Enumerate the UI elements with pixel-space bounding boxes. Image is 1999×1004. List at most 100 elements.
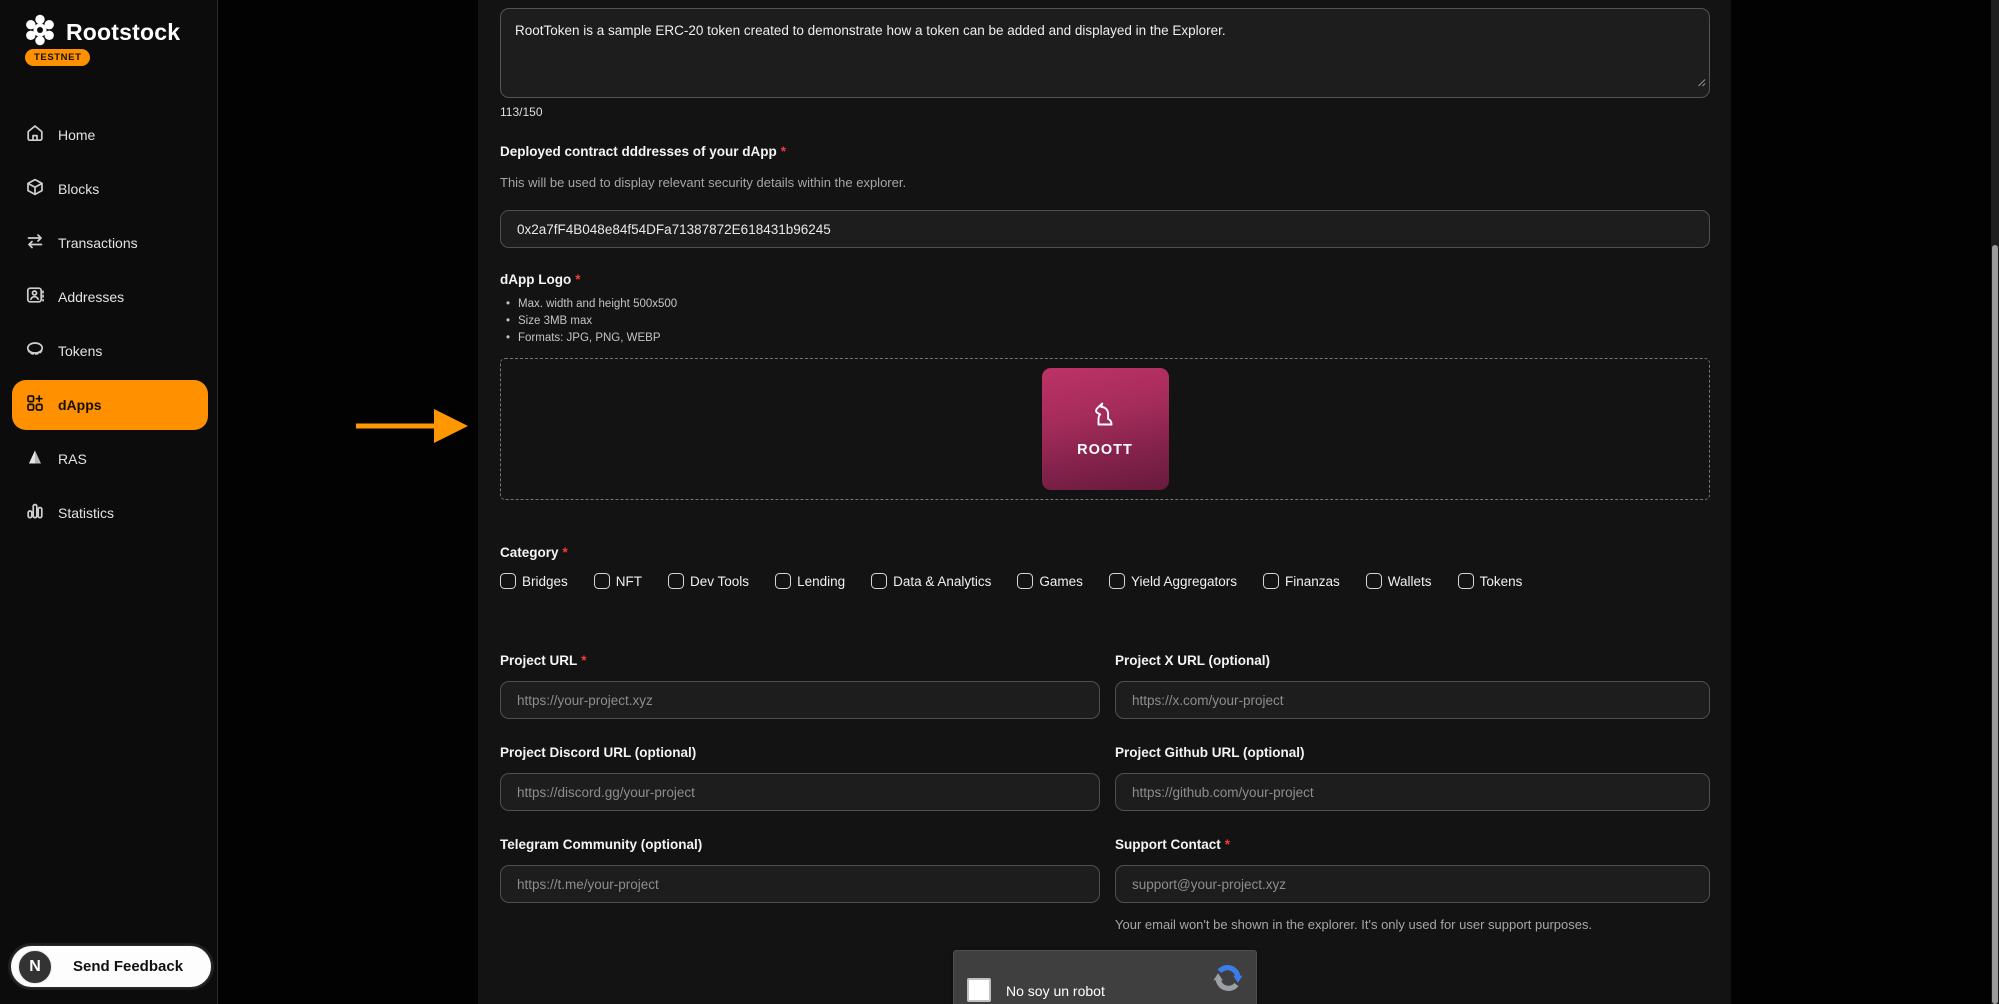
brand[interactable]: Rootstock (22, 12, 180, 53)
recaptcha-logo-icon (1212, 962, 1244, 999)
field-telegram-community: Telegram Community (optional) (500, 837, 1100, 932)
field-project-url: Project URL* (500, 653, 1100, 719)
logo-rule: Size 3MB max (506, 313, 1710, 330)
logo-rule: Max. width and height 500x500 (506, 296, 1710, 313)
sidebar-item-tokens[interactable]: Tokens (12, 326, 208, 376)
sidebar-item-label: Transactions (58, 235, 138, 251)
required-marker: * (563, 545, 568, 560)
contract-addresses-label: Deployed contract dddresses of your dApp… (500, 144, 1710, 159)
project-github-url-label: Project Github URL (optional) (1115, 745, 1710, 760)
field-support-contact: Support Contact* Your email won't be sho… (1115, 837, 1710, 932)
swap-arrows-icon (25, 231, 45, 256)
dapps-grid-plus-icon (25, 393, 45, 418)
telegram-community-input[interactable] (500, 865, 1100, 903)
sidebar-item-transactions[interactable]: Transactions (12, 218, 208, 268)
contract-addresses-helper: This will be used to display relevant se… (500, 175, 1710, 190)
sidebar-item-label: Blocks (58, 181, 99, 197)
checkbox[interactable] (1458, 573, 1474, 589)
logo-rules-list: Max. width and height 500x500 Size 3MB m… (506, 296, 1710, 347)
sidebar-item-addresses[interactable]: Addresses (12, 272, 208, 322)
project-discord-url-label: Project Discord URL (optional) (500, 745, 1100, 760)
sidebar-item-label: Home (58, 127, 95, 143)
checkbox[interactable] (668, 573, 684, 589)
testnet-badge: TESTNET (25, 49, 90, 66)
category-option-tokens[interactable]: Tokens (1458, 573, 1523, 589)
sidebar-item-statistics[interactable]: Statistics (12, 488, 208, 538)
sidebar-item-home[interactable]: Home (12, 110, 208, 160)
required-marker: * (581, 653, 586, 668)
logo-preview-tile: ROOTT (1042, 368, 1169, 490)
category-option-data-analytics[interactable]: Data & Analytics (871, 573, 991, 589)
send-feedback-label: Send Feedback (73, 958, 183, 975)
recaptcha-label: No soy un robot (1006, 983, 1105, 999)
project-x-url-input[interactable] (1115, 681, 1710, 719)
required-marker: * (1225, 837, 1230, 852)
sidebar-item-dapps[interactable]: dApps (12, 380, 208, 430)
category-option-games[interactable]: Games (1017, 573, 1083, 589)
scrollbar-thumb[interactable] (1992, 245, 1998, 1004)
checkbox[interactable] (1109, 573, 1125, 589)
category-option-dev-tools[interactable]: Dev Tools (668, 573, 749, 589)
sidebar-item-label: Tokens (58, 343, 102, 359)
required-marker: * (781, 144, 786, 159)
dapp-logo-label: dApp Logo* (500, 272, 1710, 287)
category-option-yield-aggregators[interactable]: Yield Aggregators (1109, 573, 1237, 589)
coin-icon (25, 339, 45, 364)
bar-chart-icon (25, 501, 45, 526)
recaptcha-widget: No soy un robot (953, 950, 1257, 1004)
category-checkbox-row: Bridges NFT Dev Tools Lending Data & Ana… (500, 573, 1710, 589)
category-option-finanzas[interactable]: Finanzas (1263, 573, 1340, 589)
sidebar-item-blocks[interactable]: Blocks (12, 164, 208, 214)
sidebar-nav: Home Blocks Transactions Addresses (0, 110, 218, 538)
project-x-url-label: Project X URL (optional) (1115, 653, 1710, 668)
checkbox[interactable] (1017, 573, 1033, 589)
category-option-lending[interactable]: Lending (775, 573, 845, 589)
category-option-bridges[interactable]: Bridges (500, 573, 568, 589)
scrollbar-track[interactable] (1991, 0, 1999, 1004)
project-discord-url-input[interactable] (500, 773, 1100, 811)
char-counter: 113/150 (500, 105, 1710, 119)
contract-address-input[interactable] (500, 210, 1710, 248)
checkbox[interactable] (775, 573, 791, 589)
brand-name: Rootstock (66, 19, 180, 46)
checkbox[interactable] (500, 573, 516, 589)
resize-handle[interactable] (1696, 74, 1706, 92)
sidebar-item-label: Statistics (58, 505, 114, 521)
required-marker: * (575, 272, 580, 287)
support-contact-helper: Your email won't be shown in the explore… (1115, 917, 1710, 932)
cube-icon (25, 177, 45, 202)
checkbox[interactable] (871, 573, 887, 589)
contact-card-icon (25, 285, 45, 310)
sidebar: Rootstock TESTNET Home Blocks Transacti (0, 0, 218, 1004)
project-github-url-input[interactable] (1115, 773, 1710, 811)
checkbox[interactable] (1366, 573, 1382, 589)
checkbox[interactable] (1263, 573, 1279, 589)
support-contact-label: Support Contact* (1115, 837, 1710, 852)
recaptcha-checkbox[interactable] (967, 978, 991, 1002)
project-url-input[interactable] (500, 681, 1100, 719)
sidebar-item-label: RAS (58, 451, 87, 467)
pointer-arrow-icon (356, 406, 468, 451)
category-option-nft[interactable]: NFT (594, 573, 642, 589)
logo-rule: Formats: JPG, PNG, WEBP (506, 330, 1710, 347)
sidebar-item-label: Addresses (58, 289, 124, 305)
telegram-community-label: Telegram Community (optional) (500, 837, 1100, 852)
feedback-avatar-icon: N (18, 950, 52, 984)
dapp-description-textarea[interactable]: RootToken is a sample ERC-20 token creat… (500, 8, 1710, 98)
support-contact-input[interactable] (1115, 865, 1710, 903)
url-fields-grid: Project URL* Project X URL (optional) Pr… (500, 653, 1710, 932)
field-project-x-url: Project X URL (optional) (1115, 653, 1710, 719)
category-label: Category* (500, 545, 1710, 560)
checkbox[interactable] (594, 573, 610, 589)
field-project-github-url: Project Github URL (optional) (1115, 745, 1710, 811)
field-project-discord-url: Project Discord URL (optional) (500, 745, 1100, 811)
send-feedback-button[interactable]: N Send Feedback (10, 945, 212, 988)
category-option-wallets[interactable]: Wallets (1366, 573, 1432, 589)
logo-upload-dropzone[interactable]: ROOTT (500, 358, 1710, 500)
app-screen: Rootstock TESTNET Home Blocks Transacti (0, 0, 1999, 1004)
sidebar-item-ras[interactable]: RAS (12, 434, 208, 484)
sidebar-item-label: dApps (58, 397, 102, 413)
dapp-form-panel: RootToken is a sample ERC-20 token creat… (478, 0, 1731, 1004)
rootstock-logo-icon (22, 12, 58, 53)
logo-preview-label: ROOTT (1077, 442, 1133, 458)
